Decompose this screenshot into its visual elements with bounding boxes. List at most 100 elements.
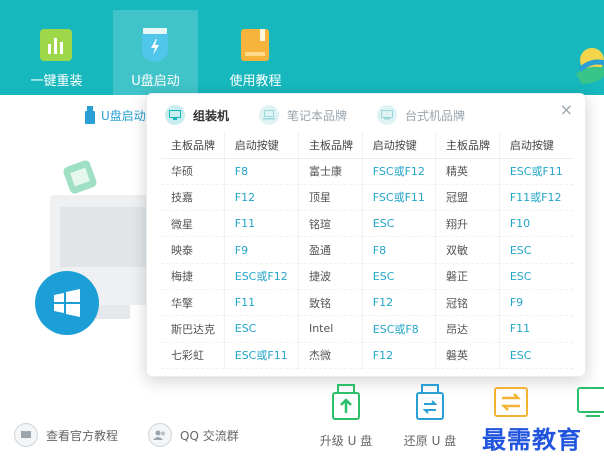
table-row: 映泰 F9 盈通 F8 双敏 ESC (161, 236, 573, 264)
nav-label: 使用教程 (229, 74, 282, 89)
key-cell: ESC (362, 210, 437, 238)
key-cell: ESC (499, 263, 573, 290)
usb-boot-subtab[interactable]: U盘启动 (85, 104, 146, 126)
brand-logo-icon (576, 48, 604, 84)
link-label: QQ 交流群 (180, 428, 239, 443)
brand-cell: 杰微 (298, 342, 363, 369)
key-cell: F12 (224, 184, 299, 212)
brand-cell: 七彩虹 (161, 342, 225, 369)
book-icon (241, 29, 269, 61)
tab-desktop-brands[interactable]: 台式机品牌 (377, 105, 465, 125)
upgrade-usb-button[interactable]: 升级 U 盘 (311, 384, 381, 449)
brand-cell: 铭瑄 (298, 210, 363, 238)
col-header: 启动按键 (499, 132, 573, 159)
brand-cell: 冠盟 (435, 184, 500, 212)
restore-usb-button[interactable]: 还原 U 盘 (395, 384, 465, 449)
key-cell: F11 (224, 210, 299, 238)
top-header: 一键重装 U盘启动 使用教程 (0, 0, 604, 95)
boot-key-table: 主板品牌 启动按键 主板品牌 启动按键 主板品牌 启动按键 华硕 F8 富士康 … (161, 132, 573, 369)
col-header: 启动按键 (224, 132, 299, 159)
nav-label: 一键重装 (30, 74, 83, 89)
table-row: 七彩虹 ESC或F11 杰微 F12 磐英 ESC (161, 342, 573, 369)
brand-cell: 翔升 (435, 210, 500, 238)
boot-key-popup: 组装机 笔记本品牌 台式机品牌 × 主板品牌 启动按键 主板品牌 启动按键 主板… (146, 93, 586, 377)
brand-cell: 磐英 (435, 342, 500, 369)
nav-one-click-reinstall[interactable]: 一键重装 (14, 10, 99, 95)
brand-cell: 捷波 (298, 263, 363, 290)
key-cell: FSC或F12 (362, 158, 437, 185)
brand-cell: 昂达 (435, 315, 500, 343)
key-cell: ESC或F11 (499, 158, 573, 185)
tab-assembled[interactable]: 组装机 (165, 105, 229, 125)
nav-tutorials[interactable]: 使用教程 (213, 10, 298, 95)
brand-cell: 盈通 (298, 236, 363, 264)
key-cell: F12 (362, 289, 437, 317)
key-cell: F10 (499, 210, 573, 238)
table-row: 微星 F11 铭瑄 ESC 翔升 F10 (161, 210, 573, 238)
usb-shield-icon (142, 28, 168, 62)
brand-cell: 磐正 (435, 263, 500, 290)
close-icon[interactable]: × (560, 102, 573, 118)
table-row: 华擎 F11 致铭 F12 冠铭 F9 (161, 289, 573, 317)
laptop-icon (259, 105, 280, 125)
brand-cell: 微星 (161, 210, 225, 238)
brand-cell: 华擎 (161, 289, 225, 317)
brand-cell: 梅捷 (161, 263, 225, 290)
tab-label: 组装机 (193, 108, 230, 123)
monitor-icon (165, 105, 185, 125)
tab-label: 台式机品牌 (405, 108, 466, 123)
transfer-icon (494, 387, 528, 417)
key-cell: F11 (224, 289, 299, 317)
usb-tab-label: U盘启动 (101, 108, 146, 123)
link-label: 查看官方教程 (46, 428, 119, 443)
key-cell: ESC或F8 (362, 315, 437, 343)
key-cell: ESC或F11 (224, 342, 299, 369)
tool-label: 升级 U 盘 (319, 434, 373, 448)
brand-cell: Intel (298, 315, 363, 343)
key-cell: F9 (499, 289, 573, 317)
nav-usb-boot[interactable]: U盘启动 (113, 10, 198, 95)
watermark-text: 最需教育 (482, 425, 582, 454)
desktop-icon (377, 105, 398, 125)
key-cell: ESC (224, 315, 299, 343)
usb-upgrade-icon (332, 384, 360, 420)
tool-label: 还原 U 盘 (403, 434, 457, 448)
table-row: 梅捷 ESC或F12 捷波 ESC 磐正 ESC (161, 263, 573, 290)
nav-label: U盘启动 (131, 74, 180, 89)
key-cell: ESC (362, 263, 437, 290)
key-cell: F8 (224, 158, 299, 185)
brand-cell: 斯巴达克 (161, 315, 225, 343)
brand-cell: 映泰 (161, 236, 225, 264)
col-header: 主板品牌 (161, 132, 225, 159)
official-tutorial-link[interactable]: 查看官方教程 (14, 423, 118, 447)
tab-laptop-brands[interactable]: 笔记本品牌 (259, 105, 347, 125)
key-cell: ESC (499, 342, 573, 369)
brand-cell: 华硕 (161, 158, 225, 185)
table-row: 斯巴达克 ESC Intel ESC或F8 昂达 F11 (161, 315, 573, 343)
brand-cell: 精英 (435, 158, 500, 185)
brand-cell: 富士康 (298, 158, 363, 185)
bar-chart-icon (40, 29, 72, 61)
table-row: 技嘉 F12 顶星 FSC或F11 冠盟 F11或F12 (161, 184, 573, 212)
brand-cell: 双敏 (435, 236, 500, 264)
col-header: 启动按键 (362, 132, 437, 159)
key-cell: ESC (499, 236, 573, 264)
usb-drive-icon (85, 106, 95, 124)
brand-cell: 冠铭 (435, 289, 500, 317)
table-header-row: 主板品牌 启动按键 主板品牌 启动按键 主板品牌 启动按键 (161, 132, 573, 159)
key-cell: F12 (362, 342, 437, 369)
key-cell: F11或F12 (499, 184, 573, 212)
col-header: 主板品牌 (435, 132, 500, 159)
key-cell: FSC或F11 (362, 184, 437, 212)
key-cell: F9 (224, 236, 299, 264)
table-row: 华硕 F8 富士康 FSC或F12 精英 ESC或F11 (161, 158, 573, 185)
brand-cell: 致铭 (298, 289, 363, 317)
brand-cell: 技嘉 (161, 184, 225, 212)
col-header: 主板品牌 (298, 132, 363, 159)
brand-cell: 顶星 (298, 184, 363, 212)
key-cell: F8 (362, 236, 437, 264)
qq-group-link[interactable]: QQ 交流群 (148, 423, 239, 447)
popup-tabs: 组装机 笔记本品牌 台式机品牌 (165, 104, 549, 126)
qq-group-icon (148, 423, 172, 447)
tab-label: 笔记本品牌 (287, 108, 348, 123)
